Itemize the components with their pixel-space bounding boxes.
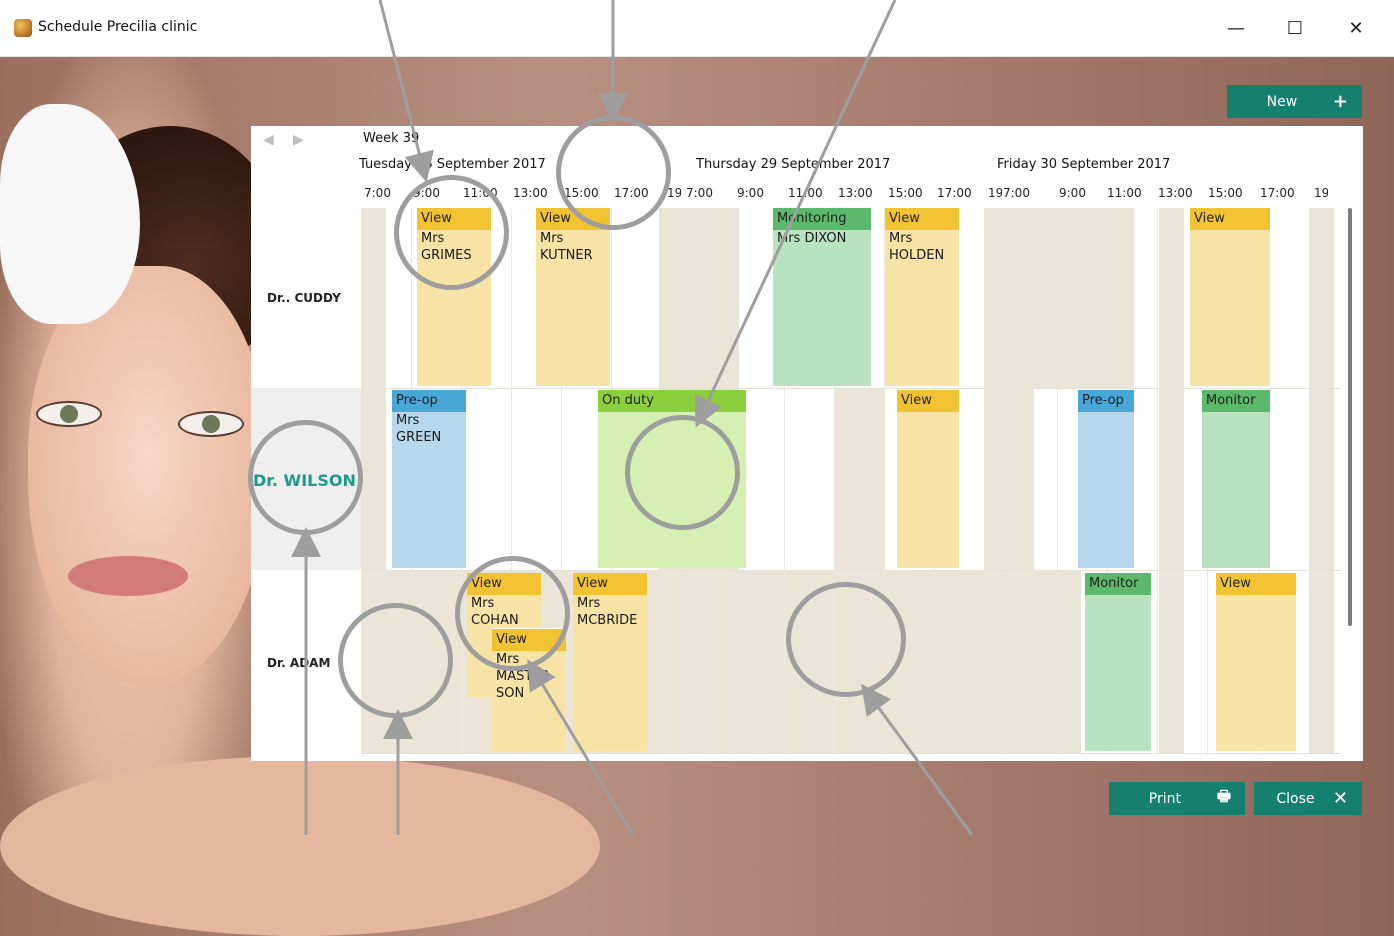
plus-icon: + (1332, 91, 1348, 112)
off-hours-block (1159, 208, 1184, 753)
close-button-label: Close (1276, 790, 1315, 807)
time-label: 11:00 (1107, 186, 1142, 200)
time-label: 15:00 (1208, 186, 1243, 200)
appointment-type: Monitor (1085, 573, 1151, 595)
window-title: Schedule Precilia clinic (38, 19, 198, 35)
appointment[interactable]: View Mrs HOLDEN (885, 208, 959, 386)
appointment-type: View (1190, 208, 1270, 230)
time-label: 7:00 (1003, 186, 1030, 200)
close-button[interactable]: Close ✕ (1254, 782, 1362, 815)
annotation-circle (394, 175, 509, 290)
time-label: 7:00 (364, 186, 391, 200)
next-week-icon[interactable]: ▶ (293, 132, 304, 148)
portrait-glove (0, 104, 140, 324)
off-hours-block (1309, 208, 1334, 753)
appointment-type: View (1216, 573, 1296, 595)
time-label: 9:00 (737, 186, 764, 200)
appointment[interactable]: View (1216, 573, 1296, 751)
close-window-button[interactable]: ✕ (1333, 10, 1379, 46)
appointment[interactable]: View Mrs MCBRIDE (573, 573, 647, 751)
appointment-type: Monitor (1202, 390, 1270, 412)
appointment[interactable]: Monitor (1085, 573, 1151, 751)
time-label: 17:00 (1260, 186, 1295, 200)
day-header-tuesday: Tuesday 26 September 2017 (359, 157, 546, 172)
appointment-type: Monitoring (773, 208, 871, 230)
appointment-type: Pre-op (1078, 390, 1134, 412)
annotation-circle (338, 603, 453, 718)
day-header-friday: Friday 30 September 2017 (997, 157, 1171, 172)
time-label: 17:00 (937, 186, 972, 200)
print-button[interactable]: Print 🖶 (1109, 782, 1245, 815)
off-hours-block (984, 388, 1034, 570)
vertical-scrollbar[interactable] (1348, 208, 1352, 626)
appointment-client: Mrs DIXON (777, 231, 847, 246)
appointment[interactable]: View Mrs KUTNER (536, 208, 610, 386)
time-label: 19:00 (1314, 186, 1328, 200)
annotation-circle (248, 420, 363, 535)
app-icon (14, 19, 32, 37)
portrait-shoulder (0, 756, 600, 936)
portrait-eye-left (36, 401, 102, 427)
annotation-circle (556, 115, 671, 230)
maximize-button[interactable]: ☐ (1272, 10, 1318, 46)
background-portrait (0, 56, 600, 936)
off-hours-block (834, 388, 884, 570)
time-label: 13:00 (838, 186, 873, 200)
appointment[interactable]: View (1190, 208, 1270, 386)
appointment[interactable]: Monitoring Mrs DIXON (773, 208, 871, 386)
time-label: 19:00 (667, 186, 681, 200)
close-icon: ✕ (1332, 788, 1348, 809)
minimize-button[interactable]: — (1213, 10, 1259, 46)
appointment-type: View (897, 390, 959, 412)
day-header-thursday: Thursday 29 September 2017 (696, 157, 891, 172)
title-bar: Schedule Precilia clinic — ☐ ✕ (0, 0, 1394, 57)
appointment[interactable]: Monitor (1202, 390, 1270, 568)
appointment-type: View (573, 573, 647, 595)
appointment-type: Pre-op (392, 390, 466, 412)
time-label: 15:00 (888, 186, 923, 200)
off-hours-block (984, 208, 1134, 388)
print-button-label: Print (1148, 790, 1182, 807)
time-label: 7:00 (686, 186, 713, 200)
portrait-face (28, 266, 268, 686)
appointment-client: Mrs HOLDEN (889, 231, 945, 263)
time-label: 19:00 (988, 186, 1002, 200)
appointment-client: Mrs KUTNER (540, 231, 593, 263)
appointment[interactable]: View (897, 390, 959, 568)
appointment-type: On duty (598, 390, 746, 412)
appointment[interactable]: Pre-op (1078, 390, 1134, 568)
appointment-type: View (885, 208, 959, 230)
time-label: 9:00 (1059, 186, 1086, 200)
annotation-circle (625, 415, 740, 530)
resource-adam[interactable]: Dr. ADAM (267, 656, 330, 670)
portrait-eye-right (178, 411, 244, 437)
portrait-lips (68, 556, 188, 596)
annotation-circle (786, 582, 906, 697)
time-label: 13:00 (513, 186, 548, 200)
new-button[interactable]: New + (1227, 85, 1362, 118)
prev-week-icon[interactable]: ◀ (263, 132, 274, 148)
appointment-client: Mrs MCBRIDE (577, 596, 638, 628)
new-button-label: New (1266, 93, 1298, 110)
appointment[interactable]: Pre-op Mrs GREEN (392, 390, 466, 568)
resource-cuddy[interactable]: Dr.. CUDDY (267, 291, 341, 305)
appointment-client: Mrs GREEN (396, 413, 442, 445)
annotation-circle (455, 556, 570, 671)
week-label: Week 39 (363, 131, 420, 146)
time-label: 13:00 (1158, 186, 1193, 200)
printer-icon: 🖶 (1216, 787, 1231, 805)
time-label: 11:00 (788, 186, 823, 200)
